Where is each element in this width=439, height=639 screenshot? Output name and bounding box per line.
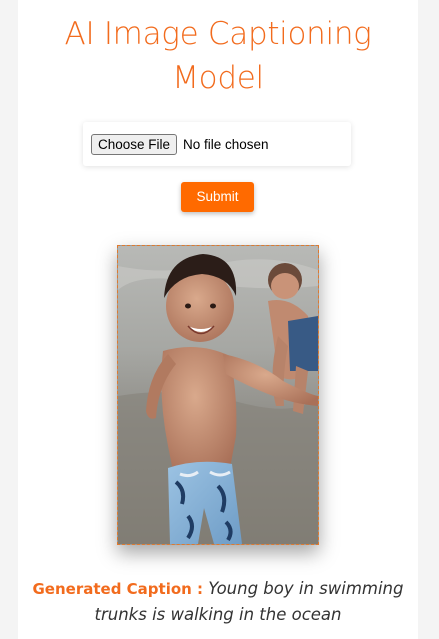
main-card: AI Image Captioning Model Choose File No… <box>18 0 418 639</box>
page-title: AI Image Captioning Model <box>64 16 372 96</box>
choose-file-button[interactable]: Choose File <box>91 134 178 155</box>
file-upload-box: Choose File No file chosen <box>83 122 351 166</box>
uploaded-photo <box>117 245 319 545</box>
caption-label: Generated Caption : <box>32 580 204 598</box>
submit-button[interactable]: Submit <box>181 182 254 212</box>
generated-caption: Generated Caption : Young boy in swimmin… <box>28 576 408 627</box>
boy-at-beach-photo <box>118 246 318 544</box>
file-status-text: No file chosen <box>183 137 269 152</box>
